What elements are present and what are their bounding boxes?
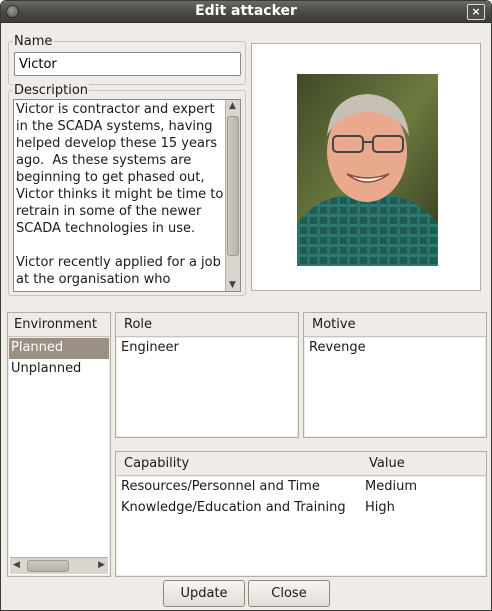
motive-list: Motive Revenge <box>303 312 487 438</box>
scroll-right-icon[interactable]: ▶ <box>98 560 105 570</box>
environment-list-body: Planned Unplanned <box>9 338 109 575</box>
update-button[interactable]: Update <box>163 580 245 607</box>
attacker-photo <box>297 74 438 266</box>
capability-column-header[interactable]: Capability <box>124 456 189 471</box>
role-list: Role Engineer <box>115 312 299 438</box>
name-label: Name <box>13 34 54 49</box>
capability-table-header: Capability Value <box>116 452 486 476</box>
scrollbar-thumb[interactable] <box>227 116 239 256</box>
scroll-down-icon[interactable]: ▼ <box>229 280 236 290</box>
capability-table-body: Resources/Personnel and Time Medium Know… <box>117 477 485 575</box>
environment-item-unplanned[interactable]: Unplanned <box>9 359 109 380</box>
environment-header[interactable]: Environment <box>8 313 110 337</box>
window-title: Edit attacker <box>195 3 297 19</box>
scroll-up-icon[interactable]: ▲ <box>229 101 236 111</box>
description-scrollbar[interactable]: ▲ ▼ <box>225 100 240 291</box>
value-column-header[interactable]: Value <box>369 456 405 471</box>
table-row[interactable]: Resources/Personnel and Time Medium <box>117 477 485 498</box>
environment-item-planned[interactable]: Planned <box>9 338 109 359</box>
role-item-engineer[interactable]: Engineer <box>117 338 297 359</box>
motive-list-body: Revenge <box>305 338 485 436</box>
role-list-body: Engineer <box>117 338 297 436</box>
title-bar[interactable]: Edit attacker × <box>1 1 491 23</box>
name-input[interactable] <box>14 52 241 76</box>
description-label: Description <box>13 83 90 98</box>
motive-header[interactable]: Motive <box>304 313 486 337</box>
scrollbar-thumb[interactable] <box>27 560 69 572</box>
table-row[interactable]: Knowledge/Education and Training High <box>117 498 485 519</box>
environment-scrollbar[interactable]: ◀ ▶ <box>10 557 108 574</box>
edit-attacker-dialog: Edit attacker × Name Description Victor … <box>0 0 492 611</box>
close-button[interactable]: Close <box>248 580 330 607</box>
motive-item-revenge[interactable]: Revenge <box>305 338 485 359</box>
scroll-left-icon[interactable]: ◀ <box>13 560 20 570</box>
photo-frame <box>251 43 481 291</box>
description-textarea[interactable]: Victor is contractor and expert in the S… <box>13 99 241 292</box>
close-icon[interactable]: × <box>467 4 485 20</box>
capability-table: Capability Value Resources/Personnel and… <box>115 451 487 577</box>
environment-list: Environment Planned Unplanned ◀ ▶ <box>7 312 111 577</box>
role-header[interactable]: Role <box>116 313 298 337</box>
description-text: Victor is contractor and expert in the S… <box>16 102 224 287</box>
